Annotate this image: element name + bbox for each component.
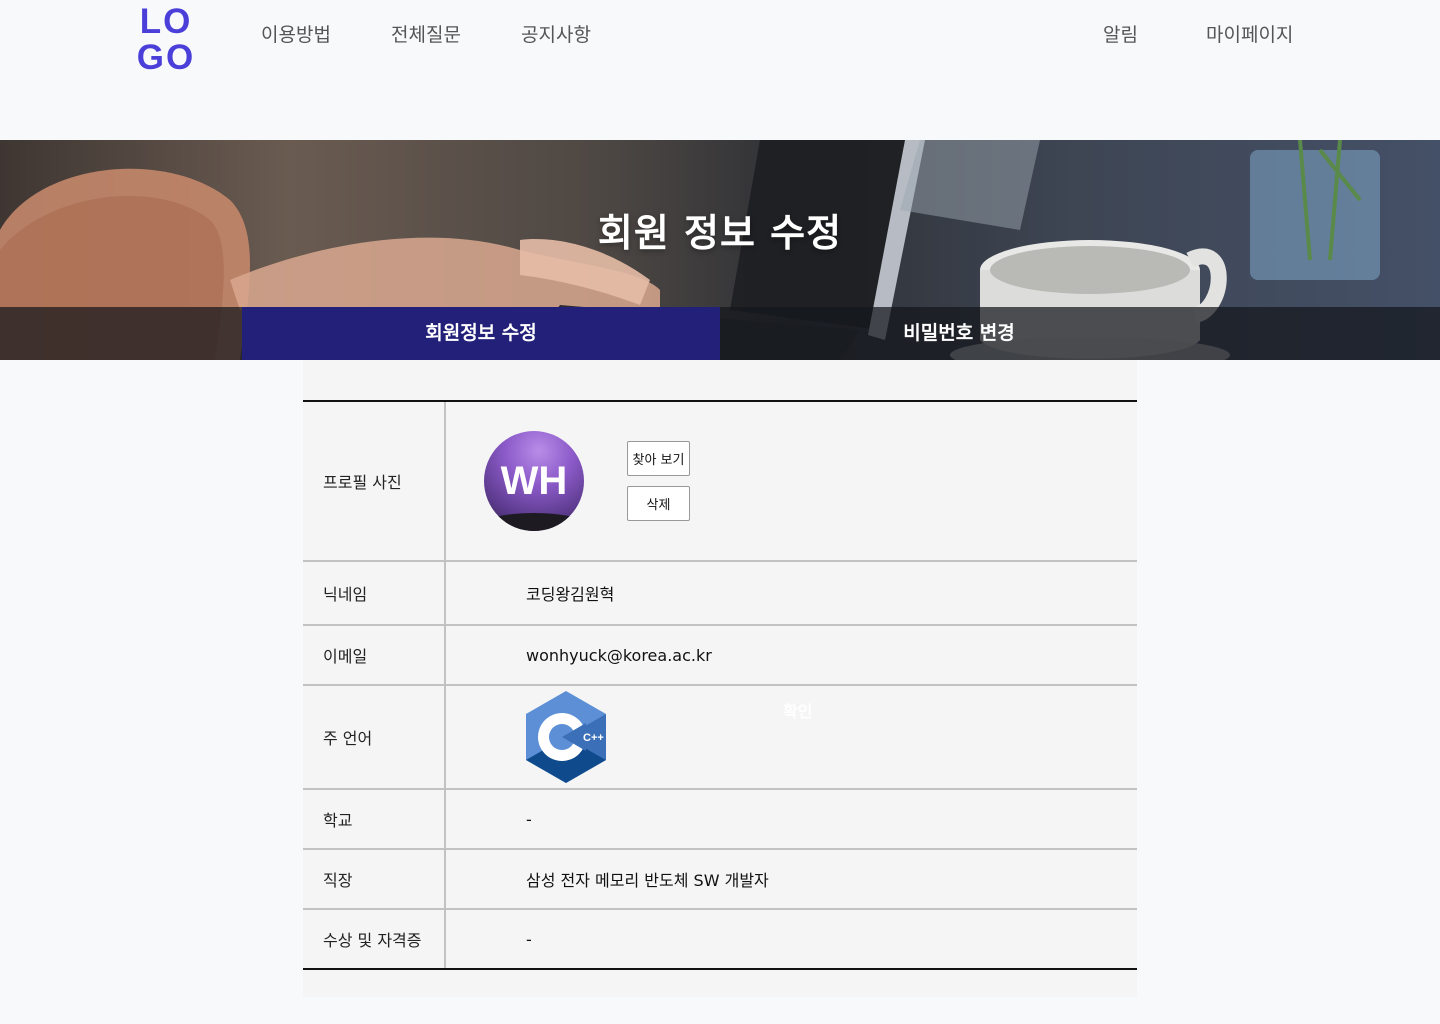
- profile-table: 프로필 사진 WH 찾아 보기 삭제 닉네임 코딩왕김원혁 이메일 wonhyu…: [303, 400, 1137, 970]
- avatar-hill-shape: [484, 513, 584, 531]
- hero-banner: 회원 정보 수정 회원정보 수정 비밀번호 변경: [0, 140, 1440, 360]
- profile-panel: 프로필 사진 WH 찾아 보기 삭제 닉네임 코딩왕김원혁 이메일 wonhyu…: [303, 360, 1137, 997]
- nav-all-questions[interactable]: 전체질문: [391, 20, 461, 47]
- confirm-button[interactable]: 확인: [783, 698, 812, 722]
- logo[interactable]: LO GO: [136, 4, 196, 76]
- photo-button-group: 찾아 보기 삭제: [627, 441, 690, 521]
- cpp-logo-icon: C++: [526, 691, 606, 783]
- nav-how-to-use[interactable]: 이용방법: [261, 20, 331, 47]
- school-value: -: [526, 809, 532, 829]
- email-value: wonhyuck@korea.ac.kr: [526, 645, 712, 665]
- main-language-cell: C++ 확인: [446, 686, 1137, 788]
- nav-notices[interactable]: 공지사항: [521, 20, 591, 47]
- nickname-label: 닉네임: [303, 562, 446, 624]
- table-row-nickname: 닉네임 코딩왕김원혁: [303, 562, 1137, 626]
- awards-label: 수상 및 자격증: [303, 910, 446, 968]
- nav-my-page[interactable]: 마이페이지: [1206, 20, 1293, 47]
- table-row-email: 이메일 wonhyuck@korea.ac.kr: [303, 626, 1137, 686]
- nav-notifications[interactable]: 알림: [1103, 20, 1138, 47]
- cpp-logo-text: C++: [583, 732, 604, 744]
- nickname-value: 코딩왕김원혁: [526, 585, 615, 604]
- delete-photo-button[interactable]: 삭제: [627, 486, 690, 521]
- school-label: 학교: [303, 790, 446, 848]
- tab-edit-member-info[interactable]: 회원정보 수정: [242, 307, 720, 360]
- profile-photo-label: 프로필 사진: [303, 402, 446, 560]
- workplace-value: 삼성 전자 메모리 반도체 SW 개발자: [526, 871, 769, 890]
- browse-photo-button[interactable]: 찾아 보기: [627, 441, 690, 476]
- top-header: LO GO 이용방법 전체질문 공지사항 알림 마이페이지: [0, 0, 1440, 140]
- profile-photo-cell: WH 찾아 보기 삭제: [446, 402, 1137, 560]
- tab-change-password[interactable]: 비밀번호 변경: [720, 307, 1198, 360]
- workplace-label: 직장: [303, 850, 446, 908]
- avatar: WH: [484, 431, 584, 531]
- email-label: 이메일: [303, 626, 446, 684]
- table-row-main-language: 주 언어 C++ 확인: [303, 686, 1137, 790]
- avatar-initials: WH: [500, 459, 568, 503]
- main-language-label: 주 언어: [303, 686, 446, 788]
- logo-line-1: LO: [139, 2, 193, 41]
- table-row-workplace: 직장 삼성 전자 메모리 반도체 SW 개발자: [303, 850, 1137, 910]
- table-row-profile-photo: 프로필 사진 WH 찾아 보기 삭제: [303, 402, 1137, 562]
- page-title: 회원 정보 수정: [597, 211, 843, 255]
- logo-line-2: GO: [136, 38, 196, 77]
- tab-bar: 회원정보 수정 비밀번호 변경: [0, 307, 1440, 360]
- awards-value: -: [526, 929, 532, 949]
- table-row-awards: 수상 및 자격증 -: [303, 910, 1137, 968]
- table-row-school: 학교 -: [303, 790, 1137, 850]
